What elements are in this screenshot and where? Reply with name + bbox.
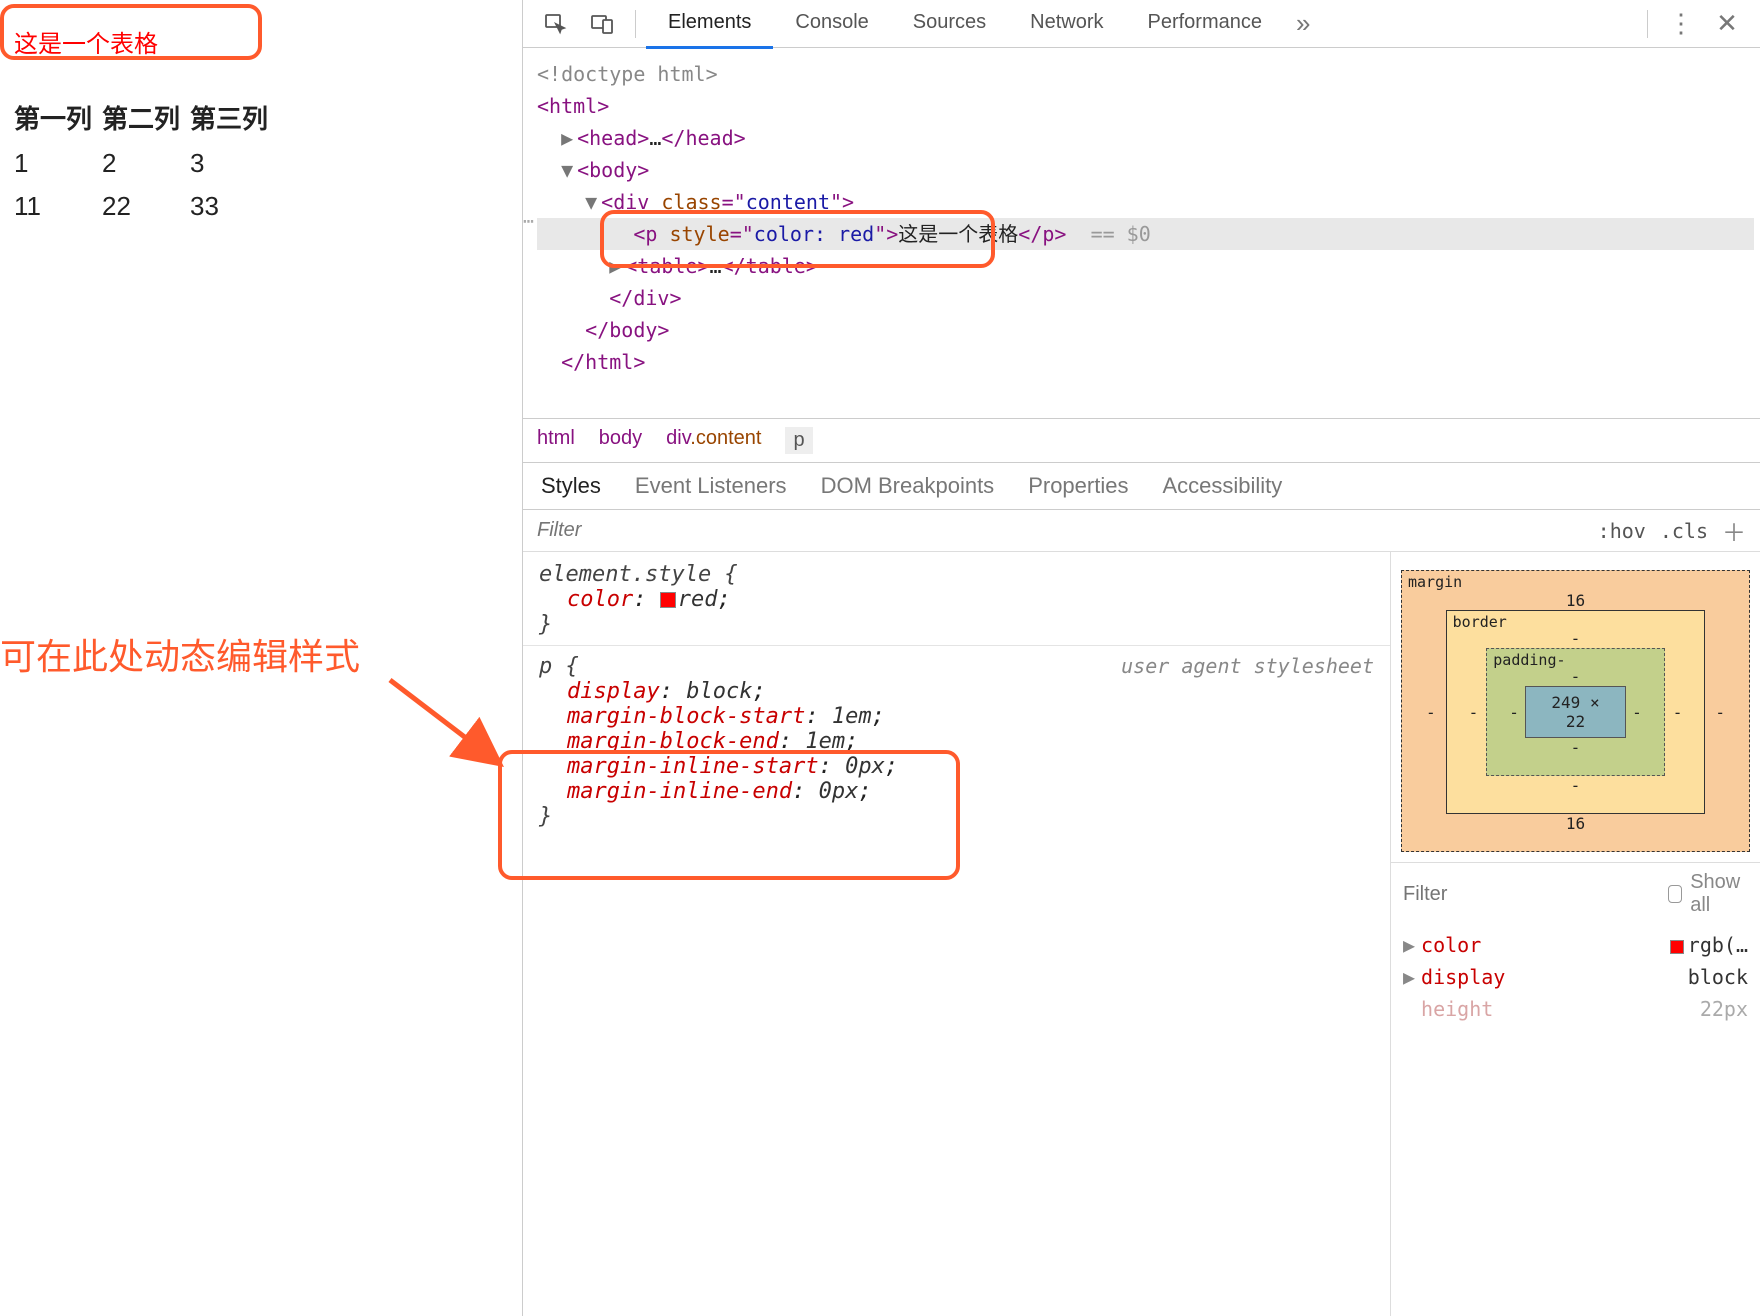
color-swatch-icon[interactable] <box>660 592 676 608</box>
computed-filter-input[interactable] <box>1403 883 1668 906</box>
devtools-toolbar: Elements Console Sources Network Perform… <box>523 0 1760 48</box>
table-header: 第三列 <box>190 95 278 140</box>
close-icon[interactable]: ✕ <box>1712 9 1742 39</box>
device-toolbar-icon[interactable] <box>587 9 617 39</box>
subtab-dom-breakpoints[interactable]: DOM Breakpoints <box>821 473 995 499</box>
annotation-label: 可在此处动态编辑样式 <box>0 628 360 680</box>
styles-panel: Styles Event Listeners DOM Breakpoints P… <box>523 462 1760 1316</box>
dom-html-open[interactable]: <html> <box>537 94 609 118</box>
subtab-styles[interactable]: Styles <box>541 473 601 499</box>
cls-toggle[interactable]: .cls <box>1660 519 1708 543</box>
css-rules-list[interactable]: element.style { color: red; } user agent… <box>523 552 1390 1316</box>
computed-filter-row: Show all <box>1391 862 1760 925</box>
demo-table: 第一列 第二列 第三列 1 2 3 11 22 33 <box>14 95 278 226</box>
tab-performance[interactable]: Performance <box>1126 0 1285 49</box>
dom-breadcrumb: html body div.content p <box>523 418 1760 462</box>
inspect-element-icon[interactable] <box>541 9 571 39</box>
devtools-tab-strip: Elements Console Sources Network Perform… <box>646 0 1284 49</box>
collapse-icon[interactable]: ▼ <box>561 154 577 186</box>
table-row: 1 2 3 <box>14 140 278 183</box>
table-header: 第二列 <box>102 95 190 140</box>
breadcrumb-item[interactable]: html <box>537 427 575 454</box>
element-style-rule[interactable]: element.style { color: red; } <box>539 562 1374 637</box>
dom-selected-node[interactable]: ⋯ <p style="color: red">这是一个表格</p> == $0 <box>537 218 1754 250</box>
tab-network[interactable]: Network <box>1008 0 1125 49</box>
subtab-properties[interactable]: Properties <box>1028 473 1128 499</box>
dom-doctype: <!doctype html> <box>537 62 718 86</box>
show-all-checkbox[interactable] <box>1668 885 1682 903</box>
styles-filter-row: :hov .cls ＋ <box>523 510 1760 552</box>
tab-sources[interactable]: Sources <box>891 0 1008 49</box>
rendered-page: 这是一个表格 第一列 第二列 第三列 1 2 3 11 22 33 可在此处动态… <box>0 0 522 1316</box>
collapse-icon[interactable]: ▼ <box>585 186 601 218</box>
tab-console[interactable]: Console <box>773 0 890 49</box>
tab-elements[interactable]: Elements <box>646 0 773 49</box>
breadcrumb-item[interactable]: body <box>599 427 642 454</box>
box-model-content: 249 × 22 <box>1525 686 1626 738</box>
devtools-panel: Elements Console Sources Network Perform… <box>522 0 1760 1316</box>
expand-icon[interactable]: ▶ <box>609 250 625 282</box>
styles-filter-input[interactable] <box>523 513 1584 548</box>
computed-properties[interactable]: ▶colorrgb(… ▶displayblock ▶height22px <box>1391 925 1760 1029</box>
dom-tree[interactable]: <!doctype html> <html> ▶<head>…</head> ▼… <box>523 48 1760 418</box>
color-swatch-icon <box>1670 940 1684 954</box>
kebab-menu-icon[interactable]: ⋮ <box>1666 9 1696 39</box>
hov-toggle[interactable]: :hov <box>1598 519 1646 543</box>
more-tabs-icon[interactable]: » <box>1284 8 1322 39</box>
box-model-diagram[interactable]: margin 16 - border - - <box>1391 552 1760 862</box>
new-rule-icon[interactable]: ＋ <box>1722 513 1746 548</box>
table-header: 第一列 <box>14 95 102 140</box>
subtab-accessibility[interactable]: Accessibility <box>1162 473 1282 499</box>
annotation-arrow-icon <box>390 680 520 786</box>
breadcrumb-item[interactable]: div.content <box>666 427 761 454</box>
rule-source: user agent stylesheet <box>1121 654 1374 678</box>
table-row: 11 22 33 <box>14 183 278 226</box>
expand-icon[interactable]: ▶ <box>561 122 577 154</box>
show-all-label: Show all <box>1690 871 1748 917</box>
styles-subtabs: Styles Event Listeners DOM Breakpoints P… <box>523 463 1760 510</box>
breadcrumb-current[interactable]: p <box>785 427 812 454</box>
computed-sidebar: margin 16 - border - - <box>1390 552 1760 1316</box>
annotation-box-title <box>0 4 262 60</box>
subtab-event-listeners[interactable]: Event Listeners <box>635 473 787 499</box>
user-agent-rule: user agent stylesheet p { display: block… <box>539 654 1374 829</box>
